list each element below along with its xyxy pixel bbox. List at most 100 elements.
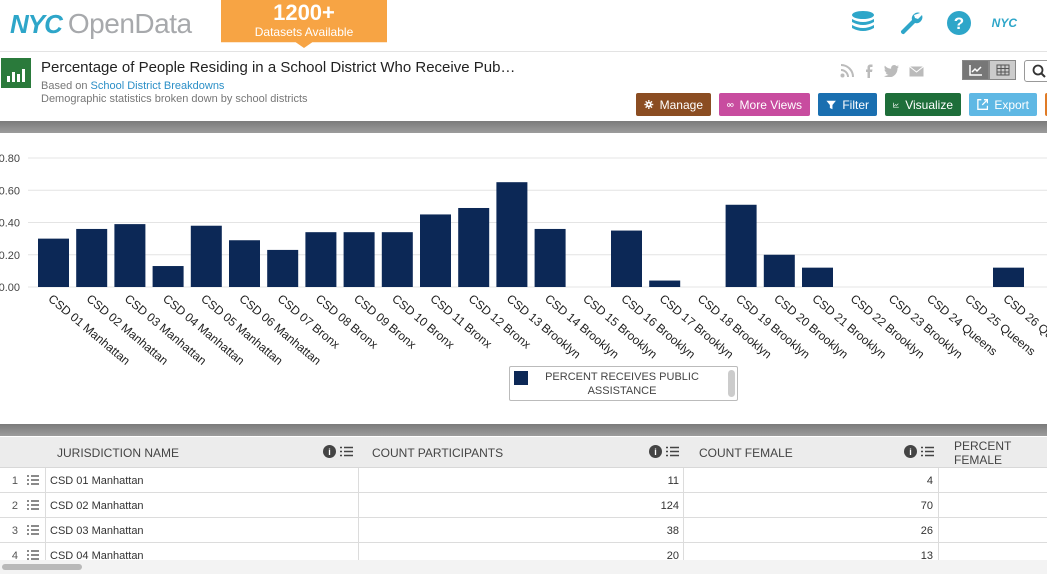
- filter-button[interactable]: Filter: [818, 93, 877, 116]
- email-icon[interactable]: [909, 65, 924, 77]
- column-header-percent-female[interactable]: PERCENT FEMALE: [954, 437, 1047, 468]
- bar[interactable]: [114, 224, 146, 287]
- visualize-button[interactable]: Visualize: [885, 93, 961, 116]
- column-tools-participants: i: [649, 445, 679, 458]
- bar[interactable]: [458, 207, 490, 287]
- chart-pane-divider[interactable]: [0, 121, 1047, 133]
- column-header-count-participants[interactable]: COUNT PARTICIPANTS: [372, 437, 503, 468]
- datasets-available-banner[interactable]: 1200+ Datasets Available: [221, 0, 387, 48]
- bar[interactable]: [381, 232, 413, 287]
- more-views-label: More Views: [739, 97, 802, 112]
- column-menu-icon[interactable]: [921, 446, 934, 457]
- bar[interactable]: [76, 228, 108, 287]
- help-icon[interactable]: ?: [944, 8, 974, 38]
- cell-jurisdiction-name: CSD 03 Manhattan: [50, 525, 144, 537]
- datasets-count: 1200+: [273, 0, 335, 25]
- logo-nyc-text: NYC: [10, 8, 63, 39]
- column-menu-icon[interactable]: [340, 446, 353, 457]
- cell-count-female: 4: [926, 475, 933, 487]
- table-row[interactable]: 1 CSD 01 Manhattan 11 4: [0, 468, 1047, 493]
- wrench-icon[interactable]: [896, 8, 926, 38]
- row-menu-icon[interactable]: [27, 525, 39, 535]
- table-header: JURISDICTION NAME i COUNT PARTICIPANTS i…: [0, 437, 1047, 468]
- bar[interactable]: [343, 232, 375, 287]
- table-row[interactable]: 2 CSD 02 Manhattan 124 70: [0, 493, 1047, 518]
- legend-scrollbar[interactable]: [728, 370, 735, 397]
- based-on-line: Based on School District Breakdowns: [41, 80, 224, 92]
- search-button[interactable]: [1024, 60, 1047, 82]
- column-tools-female: i: [904, 445, 934, 458]
- top-navigation-bar: NYC OpenData 1200+ Datasets Available ? …: [0, 0, 1047, 52]
- bar[interactable]: [152, 266, 184, 287]
- bar[interactable]: [802, 267, 833, 287]
- svg-text:?: ?: [953, 14, 963, 33]
- bar[interactable]: [496, 182, 528, 287]
- column-info-icon[interactable]: i: [323, 445, 336, 458]
- table-pane-divider[interactable]: [0, 424, 1047, 436]
- based-on-link[interactable]: School District Breakdowns: [91, 80, 225, 92]
- bar[interactable]: [420, 214, 451, 287]
- manage-label: Manage: [659, 97, 703, 112]
- filter-label: Filter: [842, 97, 869, 112]
- facebook-icon[interactable]: [864, 64, 874, 78]
- column-tools-jurisdiction: i: [323, 445, 353, 458]
- bar[interactable]: [190, 225, 222, 287]
- table-view-button[interactable]: [989, 60, 1016, 80]
- row-number: 2: [11, 500, 18, 512]
- bar[interactable]: [993, 267, 1024, 287]
- dataset-header: Percentage of People Residing in a Schoo…: [0, 52, 1047, 120]
- export-icon: [977, 99, 989, 110]
- bar[interactable]: [725, 204, 757, 287]
- bar[interactable]: [649, 280, 681, 287]
- database-icon[interactable]: [848, 8, 878, 38]
- export-label: Export: [994, 97, 1029, 112]
- gear-icon: [644, 100, 654, 109]
- row-menu-icon[interactable]: [27, 550, 39, 560]
- manage-button[interactable]: Manage: [636, 93, 711, 116]
- column-header-count-female[interactable]: COUNT FEMALE: [699, 437, 793, 468]
- chart-dataset-icon: [1, 58, 31, 88]
- chart-view-button[interactable]: [962, 60, 989, 80]
- horizontal-scrollbar-thumb[interactable]: [2, 564, 82, 570]
- y-tick-label: 0.00: [0, 282, 20, 294]
- cell-count-female: 70: [920, 500, 933, 512]
- dataset-title: Percentage of People Residing in a Schoo…: [41, 59, 516, 76]
- column-header-jurisdiction-name[interactable]: JURISDICTION NAME: [57, 437, 179, 468]
- column-info-icon[interactable]: i: [649, 445, 662, 458]
- legend-label: PERCENT RECEIVES PUBLIC ASSISTANCE: [545, 371, 699, 397]
- row-menu-icon[interactable]: [27, 475, 39, 485]
- rss-icon[interactable]: [840, 64, 854, 78]
- cell-count-participants: 11: [667, 475, 679, 487]
- column-info-icon[interactable]: i: [904, 445, 917, 458]
- cell-jurisdiction-name: CSD 02 Manhattan: [50, 500, 144, 512]
- line-chart-icon: [893, 102, 899, 108]
- based-on-prefix: Based on: [41, 80, 91, 92]
- y-tick-label: 0.20: [0, 250, 20, 262]
- export-button[interactable]: Export: [969, 93, 1037, 116]
- data-table: JURISDICTION NAME i COUNT PARTICIPANTS i…: [0, 437, 1047, 574]
- bar[interactable]: [611, 230, 642, 287]
- y-tick-label: 0.80: [0, 153, 20, 165]
- more-views-button[interactable]: More Views: [719, 93, 810, 116]
- bar[interactable]: [305, 232, 337, 287]
- column-menu-icon[interactable]: [666, 446, 679, 457]
- search-icon: [1032, 64, 1046, 78]
- bar[interactable]: [763, 254, 795, 287]
- bar[interactable]: [229, 240, 260, 287]
- bar[interactable]: [38, 238, 69, 287]
- action-buttons: Manage More Views Filter Visualize Expor…: [636, 93, 1047, 116]
- bar[interactable]: [534, 228, 566, 287]
- table-view-icon: [996, 64, 1009, 76]
- nyc-opendata-logo[interactable]: NYC OpenData: [10, 8, 192, 40]
- twitter-icon[interactable]: [884, 65, 899, 77]
- bar[interactable]: [267, 249, 299, 287]
- row-number: 1: [11, 475, 18, 487]
- dataset-description: Demographic statistics broken down by sc…: [41, 93, 308, 105]
- filter-icon: [826, 100, 836, 109]
- nyc-small-logo[interactable]: NYC: [992, 16, 1017, 30]
- table-row[interactable]: 3 CSD 03 Manhattan 38 26: [0, 518, 1047, 543]
- horizontal-scrollbar[interactable]: [0, 560, 1047, 574]
- glasses-icon: [727, 102, 734, 107]
- cell-count-female: 26: [920, 525, 933, 537]
- row-menu-icon[interactable]: [27, 500, 39, 510]
